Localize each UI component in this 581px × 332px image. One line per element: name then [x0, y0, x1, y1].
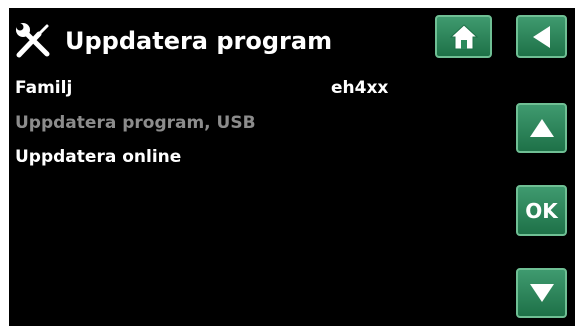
ok-button[interactable]: OK	[516, 185, 567, 236]
up-arrow-icon	[528, 117, 556, 139]
home-icon	[449, 23, 479, 51]
menu-item-familj[interactable]: Familj	[15, 77, 72, 99]
menu-item-update-online[interactable]: Uppdatera online	[15, 146, 181, 168]
up-button[interactable]	[516, 103, 567, 153]
home-button[interactable]	[435, 15, 492, 58]
familj-value: eh4xx	[331, 78, 389, 98]
down-arrow-icon	[528, 282, 556, 304]
tools-icon	[14, 21, 54, 59]
screen: Uppdatera program Familj eh4xx Uppdatera…	[9, 8, 575, 326]
page-title: Uppdatera program	[65, 27, 333, 55]
ok-label: OK	[525, 198, 558, 223]
menu-item-update-usb: Uppdatera program, USB	[15, 113, 256, 133]
back-button[interactable]	[516, 15, 567, 58]
down-button[interactable]	[516, 268, 567, 318]
back-arrow-icon	[530, 24, 554, 50]
